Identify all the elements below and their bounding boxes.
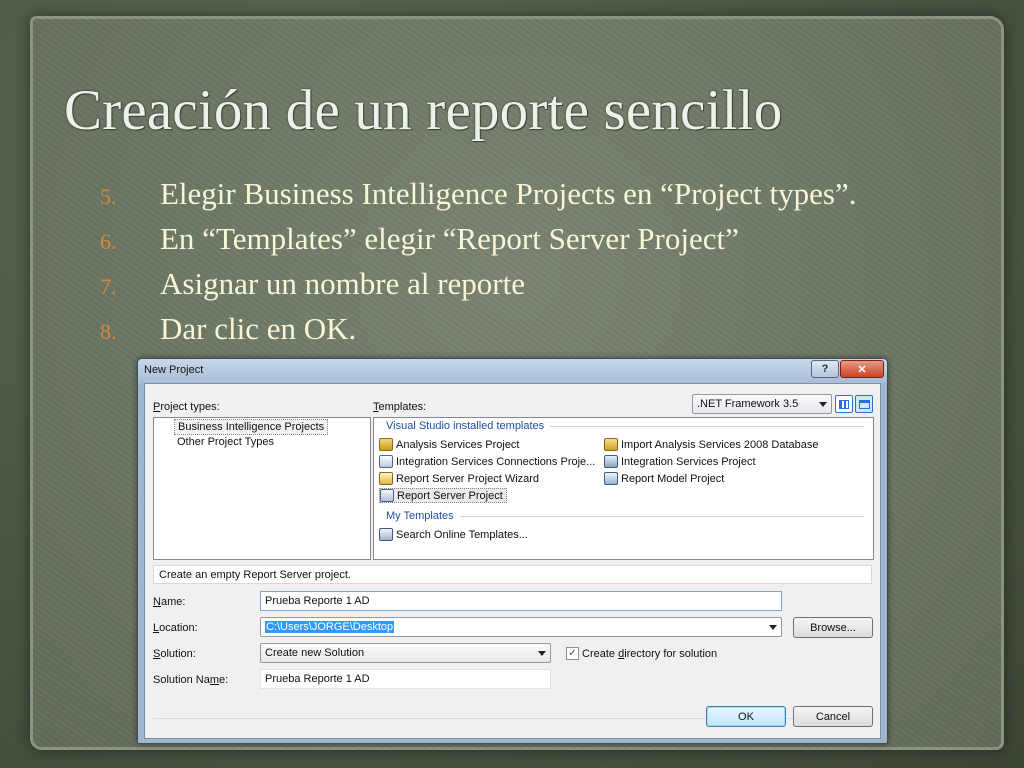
- name-label: Name:: [153, 596, 186, 608]
- group-installed-templates: Visual Studio installed templates: [386, 420, 864, 432]
- search-online-icon: [379, 528, 393, 541]
- help-button[interactable]: ?: [811, 360, 839, 378]
- template-integration-connections[interactable]: Integration Services Connections Proje..…: [379, 454, 598, 469]
- steps-list: 5. Elegir Business Intelligence Projects …: [100, 176, 856, 356]
- solution-name-label: Solution Name:: [153, 674, 229, 686]
- dialog-titlebar[interactable]: New Project ? ✕: [138, 359, 887, 383]
- location-combobox[interactable]: C:\Users\JORGE\Desktop: [260, 617, 782, 637]
- template-report-server-project[interactable]: Report Server Project: [379, 488, 507, 503]
- divider: [550, 425, 864, 427]
- divider: [459, 515, 864, 517]
- step-text: Elegir Business Intelligence Projects en…: [160, 176, 857, 211]
- name-input[interactable]: Prueba Reporte 1 AD: [260, 591, 782, 611]
- grid-view-icon: [839, 399, 849, 409]
- slide-title: Creación de un reporte sencillo: [64, 79, 783, 142]
- report-model-icon: [604, 472, 618, 485]
- project-type-other[interactable]: Other Project Types: [174, 435, 277, 449]
- import-database-icon: [604, 438, 618, 451]
- location-value: C:\Users\JORGE\Desktop: [265, 621, 395, 633]
- step-number: 6.: [100, 229, 117, 254]
- template-description: Create an empty Report Server project.: [153, 565, 872, 584]
- step-number: 5.: [100, 184, 117, 209]
- solution-select[interactable]: Create new Solution: [260, 643, 551, 663]
- small-icons-view-button[interactable]: [855, 395, 873, 413]
- create-directory-label[interactable]: Create directory for solution: [582, 648, 717, 660]
- cancel-button[interactable]: Cancel: [793, 706, 873, 727]
- dialog-title: New Project: [144, 364, 204, 376]
- step-item: 6. En “Templates” elegir “Report Server P…: [100, 221, 856, 266]
- chevron-down-icon: [769, 625, 777, 630]
- location-label: Location:: [153, 622, 198, 634]
- solution-value: Create new Solution: [265, 647, 365, 659]
- large-icons-view-button[interactable]: [835, 395, 853, 413]
- step-item: 5. Elegir Business Intelligence Projects …: [100, 176, 856, 221]
- step-text: Asignar un nombre al reporte: [160, 266, 525, 301]
- step-item: 7. Asignar un nombre al reporte: [100, 266, 856, 311]
- step-number: 7.: [100, 274, 117, 299]
- project-types-panel: Business Intelligence Projects Other Pro…: [153, 417, 371, 560]
- integration-icon: [604, 455, 618, 468]
- list-view-icon: [858, 399, 870, 409]
- analysis-cube-icon: [379, 438, 393, 451]
- template-search-online[interactable]: Search Online Templates...: [379, 527, 531, 542]
- project-types-label: Project types:: [153, 401, 220, 413]
- browse-button[interactable]: Browse...: [793, 617, 873, 638]
- framework-select[interactable]: .NET Framework 3.5: [692, 394, 832, 414]
- template-integration-services[interactable]: Integration Services Project: [604, 454, 759, 469]
- group-my-label: My Templates: [386, 510, 454, 522]
- project-type-business-intelligence[interactable]: Business Intelligence Projects: [174, 419, 329, 435]
- close-button[interactable]: ✕: [840, 360, 884, 378]
- dialog-client: Project types: Templates: .NET Framework…: [144, 383, 881, 739]
- templates-panel: Visual Studio installed templates Analys…: [373, 417, 874, 560]
- new-project-dialog: New Project ? ✕ Project types: Templates…: [137, 358, 888, 744]
- step-number: 8.: [100, 319, 117, 344]
- template-import-analysis[interactable]: Import Analysis Services 2008 Database: [604, 437, 822, 452]
- wizard-icon: [379, 472, 393, 485]
- solution-name-input[interactable]: Prueba Reporte 1 AD: [260, 669, 551, 689]
- step-text: En “Templates” elegir “Report Server Pro…: [160, 221, 739, 256]
- framework-value: .NET Framework 3.5: [697, 398, 799, 410]
- create-directory-checkbox[interactable]: ✓: [566, 647, 579, 660]
- step-item: 8. Dar clic en OK.: [100, 311, 856, 356]
- solution-label: Solution:: [153, 648, 196, 660]
- template-report-model[interactable]: Report Model Project: [604, 471, 727, 486]
- report-icon: [380, 489, 394, 502]
- step-text: Dar clic en OK.: [160, 311, 357, 346]
- ok-button[interactable]: OK: [706, 706, 786, 727]
- template-analysis-services[interactable]: Analysis Services Project: [379, 437, 523, 452]
- group-my-templates: My Templates: [386, 510, 864, 522]
- chevron-down-icon: [819, 402, 827, 407]
- template-report-server-wizard[interactable]: Report Server Project Wizard: [379, 471, 542, 486]
- connection-document-icon: [379, 455, 393, 468]
- chevron-down-icon: [538, 651, 546, 656]
- group-installed-label: Visual Studio installed templates: [386, 420, 545, 432]
- templates-label: Templates:: [373, 401, 427, 413]
